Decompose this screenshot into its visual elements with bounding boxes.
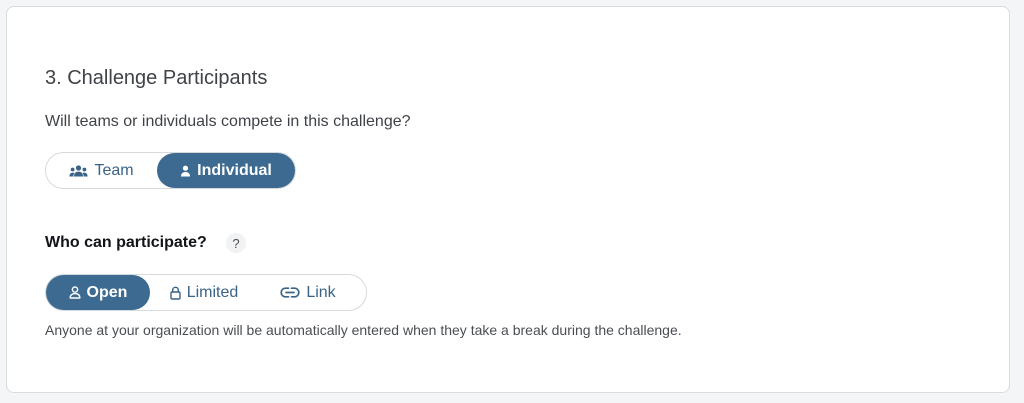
link-icon: [280, 287, 300, 298]
participation-access-toggle: Open Limited Link: [45, 274, 367, 311]
link-option-button[interactable]: Link: [258, 275, 358, 310]
open-option-label: Open: [86, 283, 128, 301]
access-helper-text: Anyone at your organization will be auto…: [45, 322, 682, 338]
person-icon: [180, 165, 191, 177]
individual-option-label: Individual: [197, 161, 272, 179]
lock-icon: [170, 286, 181, 300]
participant-type-question: Will teams or individuals compete in thi…: [45, 113, 411, 130]
link-option-label: Link: [306, 283, 336, 301]
challenge-participants-card: 3. Challenge Participants Will teams or …: [6, 6, 1010, 393]
individual-option-button[interactable]: Individual: [157, 153, 295, 188]
open-option-button[interactable]: Open: [46, 275, 150, 310]
section-title: 3. Challenge Participants: [45, 67, 268, 89]
who-can-participate-label: Who can participate?: [45, 234, 207, 251]
limited-option-label: Limited: [186, 283, 239, 301]
limited-option-button[interactable]: Limited: [150, 275, 258, 310]
user-outline-icon: [69, 286, 81, 299]
people-group-icon: [69, 164, 89, 177]
help-icon[interactable]: ?: [226, 233, 246, 253]
participant-type-toggle: Team Individual: [45, 152, 296, 189]
team-option-button[interactable]: Team: [46, 153, 157, 188]
team-option-label: Team: [94, 161, 134, 179]
